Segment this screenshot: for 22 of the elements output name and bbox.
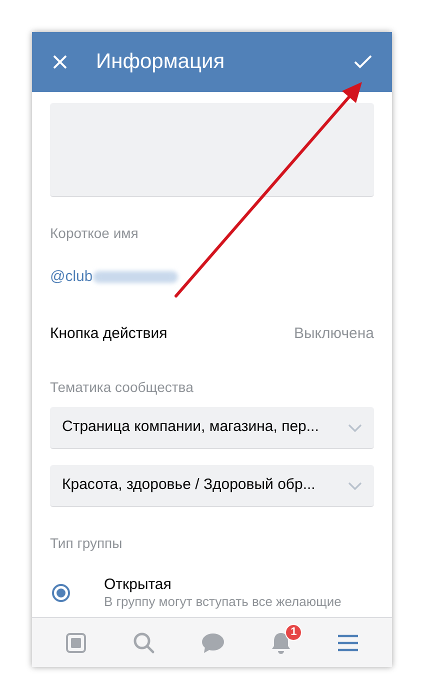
notification-badge: 1 — [285, 624, 302, 640]
chevron-down-icon — [348, 482, 362, 490]
search-icon[interactable] — [132, 630, 156, 654]
option-description: В группу могут вступать все желающие — [104, 594, 342, 610]
section-label: Тематика сообщества — [50, 378, 194, 397]
radio-button[interactable] — [51, 583, 71, 603]
news-icon[interactable] — [64, 632, 87, 654]
description-field[interactable] — [50, 103, 374, 197]
action-button-row[interactable]: Кнопка действия Выключена — [32, 320, 392, 347]
option-title: Открытая — [104, 576, 172, 594]
row-value: Выключена — [294, 324, 374, 344]
window-title: Информация — [96, 49, 226, 76]
topic-dropdown[interactable]: Страница компании, магазина, пер... — [50, 407, 374, 449]
section-label: Тип группы — [50, 534, 124, 553]
speech-bubble-icon[interactable] — [200, 632, 225, 654]
topic-dropdown[interactable]: Красота, здоровье / Здоровый обр... — [50, 465, 374, 507]
row-label: Кнопка действия — [50, 324, 168, 344]
short-name-link[interactable]: @club — [50, 266, 93, 288]
field-label: Короткое имя — [50, 224, 140, 243]
bell-icon[interactable] — [270, 630, 292, 654]
menu-icon[interactable] — [337, 634, 360, 652]
chevron-down-icon — [348, 424, 362, 432]
